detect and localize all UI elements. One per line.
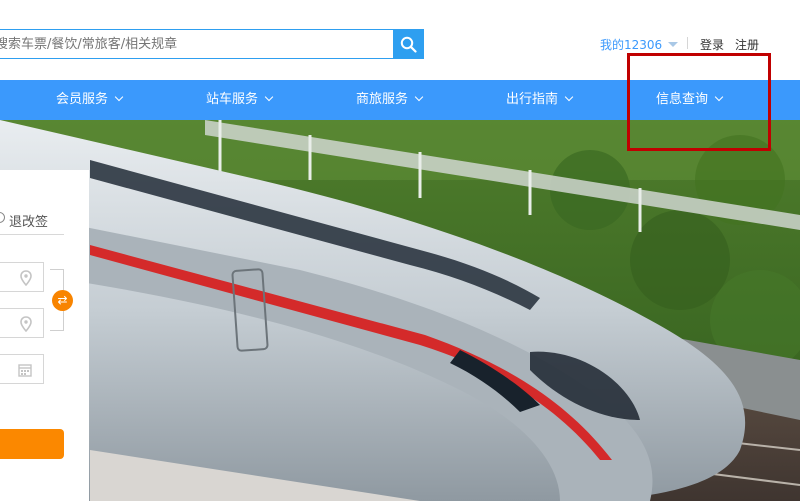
main-nav: 会员服务 站车服务 商旅服务 出行指南 信息查询 [0, 80, 800, 120]
to-station-field[interactable] [0, 308, 44, 338]
query-button[interactable] [0, 429, 64, 459]
nav-item-label: 站车服务 [206, 92, 259, 107]
train-illustration [0, 120, 800, 501]
nav-item-label: 出行指南 [506, 92, 559, 107]
nav-item-label: 信息查询 [656, 92, 709, 107]
my-account-link[interactable]: 我的12306 [600, 36, 662, 53]
hero-banner [0, 120, 800, 501]
ticket-booking-panel: 退改签 ⇄ [0, 170, 89, 501]
nav-item-label: 商旅服务 [356, 92, 409, 107]
radio-button[interactable] [0, 212, 5, 223]
login-link[interactable]: 登录 [700, 36, 724, 53]
date-field[interactable] [0, 354, 44, 384]
tab-underline [0, 234, 64, 235]
top-header: 我的12306 登录 注册 [0, 0, 800, 80]
swap-arrows-icon: ⇄ [57, 293, 68, 307]
search-button[interactable] [393, 29, 424, 59]
chevron-down-icon [264, 92, 274, 102]
nav-item-info-query[interactable]: 信息查询 [656, 80, 724, 120]
chevron-down-icon [564, 92, 574, 102]
chevron-down-icon [414, 92, 424, 102]
location-pin-icon [20, 270, 32, 286]
swap-stations-button[interactable]: ⇄ [52, 290, 73, 311]
calendar-icon [18, 364, 32, 377]
caret-down-icon[interactable] [668, 42, 678, 47]
page: 我的12306 登录 注册 会员服务 站车服务 商旅服务 出行指南 信息查询 [0, 0, 800, 501]
register-link[interactable]: 注册 [735, 36, 759, 53]
chevron-down-icon [714, 92, 724, 102]
search-input[interactable] [0, 29, 394, 59]
search-bar [0, 29, 424, 59]
nav-item-member-services[interactable]: 会员服务 [56, 80, 124, 120]
from-station-field[interactable] [0, 262, 44, 292]
location-pin-icon [20, 316, 32, 332]
nav-item-station-services[interactable]: 站车服务 [206, 80, 274, 120]
nav-item-label: 会员服务 [56, 92, 109, 107]
tab-refund-change[interactable]: 退改签 [9, 211, 48, 230]
search-icon [400, 36, 417, 53]
chevron-down-icon [114, 92, 124, 102]
divider [687, 37, 688, 49]
nav-item-travel-guide[interactable]: 出行指南 [506, 80, 574, 120]
nav-item-business-travel[interactable]: 商旅服务 [356, 80, 424, 120]
